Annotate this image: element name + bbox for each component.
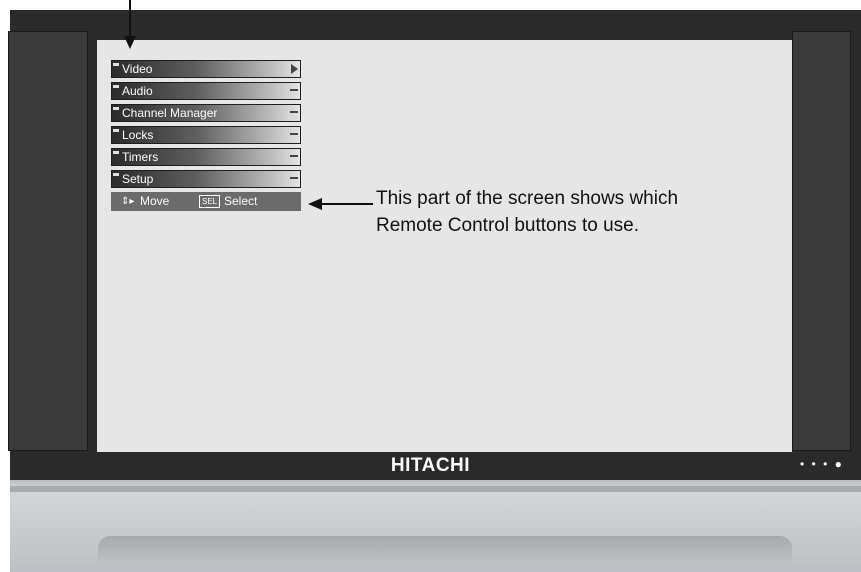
menu-item-label: Channel Manager: [122, 106, 218, 120]
tv-screen: [97, 40, 792, 452]
tv-stand-stripe: [10, 486, 861, 492]
submenu-arrow-icon: [291, 64, 298, 74]
menu-item-timers[interactable]: Timers: [111, 148, 301, 166]
menu-tab-icon: [113, 107, 119, 110]
remote-button-help-bar: ⇕▸ Move SEL Select: [111, 192, 301, 211]
move-label: Move: [140, 194, 170, 208]
menu-item-audio[interactable]: Audio: [111, 82, 301, 100]
menu-item-label: Locks: [122, 128, 154, 142]
down-arrow-icon: [124, 36, 136, 49]
menu-tab-icon: [113, 85, 119, 88]
callout-arrow-line: [320, 203, 373, 205]
menu-tab-icon: [113, 173, 119, 176]
menu-end-tab-icon: [290, 89, 298, 91]
menu-item-label: Timers: [122, 150, 159, 164]
menu-tab-icon: [113, 63, 119, 66]
menu-end-tab-icon: [290, 133, 298, 135]
power-indicator-icon: • • • ●: [800, 457, 844, 471]
pointer-arrow-line: [129, 0, 131, 38]
move-arrows-icon: ⇕▸: [121, 196, 135, 207]
menu-end-tab-icon: [290, 177, 298, 179]
menu-item-video[interactable]: Video: [111, 60, 301, 78]
right-speaker-grille: [792, 31, 851, 451]
callout-annotation: This part of the screen shows which Remo…: [376, 185, 796, 239]
left-speaker-grille: [8, 31, 88, 451]
menu-item-label: Audio: [122, 84, 153, 98]
menu-item-label: Video: [122, 62, 153, 76]
left-arrow-icon: [308, 198, 322, 210]
menu-item-label: Setup: [122, 172, 154, 186]
menu-item-channel-manager[interactable]: Channel Manager: [111, 104, 301, 122]
menu-end-tab-icon: [290, 155, 298, 157]
select-label: Select: [224, 194, 258, 208]
menu-end-tab-icon: [290, 111, 298, 113]
callout-line-1: This part of the screen shows which: [376, 188, 679, 209]
sel-button-icon: SEL: [199, 195, 221, 208]
menu-item-locks[interactable]: Locks: [111, 126, 301, 144]
brand-logo: HITACHI: [390, 455, 471, 476]
menu-item-setup[interactable]: Setup: [111, 170, 301, 188]
tv-stand-slot: [98, 536, 792, 564]
callout-line-2: Remote Control buttons to use.: [376, 215, 639, 236]
menu-tab-icon: [113, 129, 119, 132]
menu-tab-icon: [113, 151, 119, 154]
